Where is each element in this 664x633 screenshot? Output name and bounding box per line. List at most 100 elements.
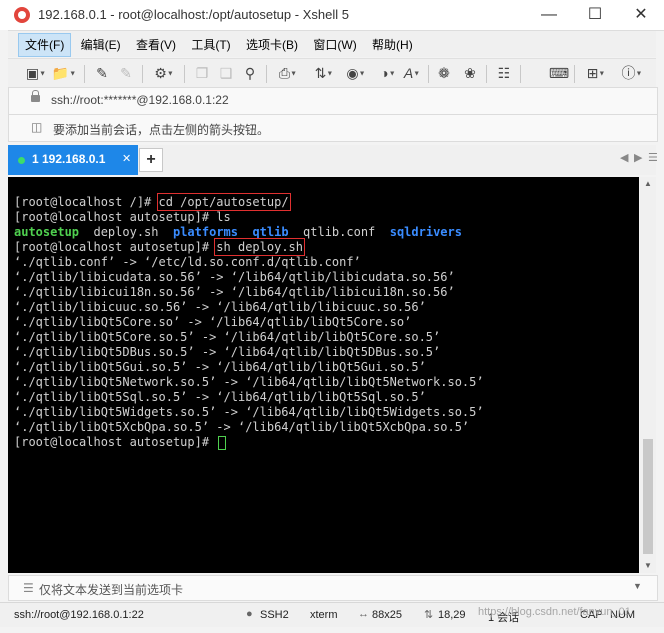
toolbar-separator bbox=[574, 65, 575, 83]
paste-icon[interactable]: ❑ bbox=[216, 64, 236, 82]
terminal-scrollbar[interactable]: ▲ ▼ bbox=[640, 177, 656, 573]
menu-tabs[interactable]: 选项卡(B) bbox=[240, 34, 304, 56]
terminal-output-line: ‘./qtlib/libicui18n.so.56’ -> ‘/lib64/qt… bbox=[14, 285, 455, 299]
tab-bar: 1 192.168.0.1 ✕ + ◀ ▶ ☰ bbox=[8, 145, 658, 175]
ls-entry: qtlib bbox=[252, 225, 289, 239]
transfer-icon[interactable]: ⇅▼ bbox=[310, 64, 338, 82]
cursor-pos-icon: ⇅ bbox=[424, 609, 434, 621]
title-bar[interactable]: 192.168.0.1 - root@localhost:/opt/autose… bbox=[0, 0, 664, 31]
terminal-cursor bbox=[218, 435, 227, 450]
toolbar-separator bbox=[520, 65, 521, 83]
copy-icon[interactable]: ❐ bbox=[192, 64, 212, 82]
xftp-icon[interactable]: ❁ bbox=[434, 64, 454, 82]
ls-entry: autosetup bbox=[14, 225, 80, 239]
terminal-line: autosetup deploy.sh platforms qtlib qtli… bbox=[14, 225, 462, 240]
status-size: 88x25 bbox=[372, 609, 402, 621]
toolbar-separator bbox=[486, 65, 487, 83]
terminal-line: [root@localhost autosetup]# sh deploy.sh bbox=[14, 238, 305, 256]
disconnect-icon[interactable]: ✎ bbox=[116, 64, 136, 82]
tab-session-1[interactable]: 1 192.168.0.1 ✕ bbox=[8, 145, 138, 175]
terminal-output-line: ‘./qtlib/libicudata.so.56’ -> ‘/lib64/qt… bbox=[14, 270, 455, 284]
highlighted-command: sh deploy.sh bbox=[214, 238, 305, 256]
compose-input[interactable]: 仅将文本发送到当前选项卡 bbox=[39, 581, 183, 598]
toolbar-separator bbox=[142, 65, 143, 83]
terminal-output-line: ‘./qtlib/libQt5Widgets.so.5’ -> ‘/lib64/… bbox=[14, 405, 484, 419]
menu-file[interactable]: 文件(F) bbox=[18, 33, 72, 57]
minimize-button[interactable]: — bbox=[526, 0, 572, 30]
xmanager-icon[interactable]: ❀ bbox=[460, 64, 480, 82]
add-icon[interactable]: ⊞▼ bbox=[582, 64, 610, 82]
toolbar-separator bbox=[184, 65, 185, 83]
links-bar-hint: 要添加当前会话，点击左侧的箭头按钮。 bbox=[53, 123, 270, 137]
menu-help[interactable]: 帮助(H) bbox=[366, 34, 419, 56]
terminal-output-line: ‘./qtlib/libQt5Core.so’ -> ‘/lib64/qtlib… bbox=[14, 315, 412, 329]
lock-status-icon: ● bbox=[246, 608, 253, 620]
terminal-output-line: ‘./qtlib/libQt5Gui.so.5’ -> ‘/lib64/qtli… bbox=[14, 360, 426, 374]
terminal-area[interactable]: [root@localhost /]# cd /opt/autosetup/ [… bbox=[8, 177, 639, 573]
tab-close-icon[interactable]: ✕ bbox=[122, 152, 131, 165]
find-icon[interactable]: ⚲ bbox=[240, 64, 260, 82]
session-address[interactable]: ssh://root:*******@192.168.0.1:22 bbox=[51, 93, 229, 107]
terminal-prompt: [root@localhost autosetup]# bbox=[14, 240, 217, 254]
menu-view[interactable]: 查看(V) bbox=[130, 34, 182, 56]
terminal-output-line: ‘./qtlib.conf’ -> ‘/etc/ld.so.conf.d/qtl… bbox=[14, 255, 361, 269]
script-icon[interactable]: ☷ bbox=[494, 64, 514, 82]
close-button[interactable]: ✕ bbox=[618, 0, 664, 30]
xshell-window: 192.168.0.1 - root@localhost:/opt/autose… bbox=[0, 0, 664, 633]
links-bar: ◫ 要添加当前会话，点击左侧的箭头按钮。 bbox=[8, 114, 658, 142]
reconnect-icon[interactable]: ✎ bbox=[92, 64, 112, 82]
terminal-output-line: ‘./qtlib/libQt5Core.so.5’ -> ‘/lib64/qtl… bbox=[14, 330, 441, 344]
scrollbar-thumb[interactable] bbox=[643, 439, 653, 554]
terminal-line: [root@localhost autosetup]# bbox=[14, 435, 227, 450]
maximize-button[interactable]: ☐ bbox=[572, 0, 618, 30]
tab-scroll-right-icon[interactable]: ▶ bbox=[634, 151, 642, 164]
keyboard-icon[interactable]: ⌨ bbox=[548, 64, 570, 82]
terminal-output-line: ‘./qtlib/libQt5XcbQpa.so.5’ -> ‘/lib64/q… bbox=[14, 420, 470, 434]
open-folder-icon[interactable]: 📁▼ bbox=[50, 64, 78, 82]
tab-label: 1 192.168.0.1 bbox=[32, 152, 106, 166]
scroll-down-icon[interactable]: ▼ bbox=[640, 559, 656, 573]
terminal-prompt: [root@localhost /]# bbox=[14, 195, 159, 209]
toolbar-separator bbox=[266, 65, 267, 83]
left-edge-background bbox=[0, 30, 8, 602]
font-icon[interactable]: A▼ bbox=[398, 64, 426, 82]
globe-icon[interactable]: ◉▼ bbox=[342, 64, 370, 82]
lock-icon bbox=[31, 90, 40, 102]
toolbar: ▣▼ 📁▼ ✎ ✎ ⚙▼ ❐ ❑ ⚲ ⎙▼ ⇅▼ ◉▼ ◑▼ A▼ ❁ ❀ ☷ … bbox=[8, 58, 656, 87]
compose-bar[interactable]: ☰ 仅将文本发送到当前选项卡 ▼ bbox=[8, 575, 658, 601]
xshell-app-icon bbox=[14, 7, 30, 23]
bookmark-icon[interactable]: ◫ bbox=[31, 121, 43, 134]
ls-entry: qtlib.conf bbox=[303, 225, 376, 239]
tab-scroll-left-icon[interactable]: ◀ bbox=[620, 151, 628, 164]
menu-bar: 文件(F) 编辑(E) 查看(V) 工具(T) 选项卡(B) 窗口(W) 帮助(… bbox=[8, 31, 656, 57]
compose-icon[interactable]: ☰ bbox=[23, 581, 34, 595]
menu-window[interactable]: 窗口(W) bbox=[307, 34, 362, 56]
toolbar-separator bbox=[84, 65, 85, 83]
add-tab-button[interactable]: + bbox=[139, 148, 163, 172]
toolbar-separator bbox=[428, 65, 429, 83]
menu-edit[interactable]: 编辑(E) bbox=[75, 34, 127, 56]
status-terminal-type: xterm bbox=[310, 609, 338, 621]
compose-dropdown-icon[interactable]: ▼ bbox=[633, 581, 642, 591]
ls-entry: deploy.sh bbox=[93, 225, 159, 239]
status-cursor-position: 18,29 bbox=[438, 609, 466, 621]
status-protocol: SSH2 bbox=[260, 609, 289, 621]
help-icon[interactable]: ⓘ▼ bbox=[618, 64, 646, 82]
connected-status-icon bbox=[18, 157, 25, 164]
terminal-line: [root@localhost /]# cd /opt/autosetup/ bbox=[14, 193, 291, 211]
new-session-icon[interactable]: ▣▼ bbox=[24, 64, 48, 82]
ls-entry: sqldrivers bbox=[389, 225, 462, 239]
window-title: 192.168.0.1 - root@localhost:/opt/autose… bbox=[38, 7, 349, 22]
tab-list-icon[interactable]: ☰ bbox=[648, 151, 658, 164]
terminal-output-line: ‘./qtlib/libQt5Network.so.5’ -> ‘/lib64/… bbox=[14, 375, 484, 389]
menu-tools[interactable]: 工具(T) bbox=[185, 34, 236, 56]
size-icon: ↔ bbox=[358, 608, 369, 620]
watermark: https://blog.csdn.net/fanyun_01 bbox=[478, 606, 631, 618]
ls-entry: platforms bbox=[172, 225, 238, 239]
scroll-up-icon[interactable]: ▲ bbox=[640, 177, 656, 191]
terminal-prompt: [root@localhost autosetup]# bbox=[14, 435, 217, 449]
terminal-output-line: ‘./qtlib/libicuuc.so.56’ -> ‘/lib64/qtli… bbox=[14, 300, 426, 314]
print-icon[interactable]: ⎙▼ bbox=[274, 64, 302, 82]
address-bar[interactable]: ssh://root:*******@192.168.0.1:22 bbox=[8, 87, 658, 115]
properties-icon[interactable]: ⚙▼ bbox=[150, 64, 178, 82]
